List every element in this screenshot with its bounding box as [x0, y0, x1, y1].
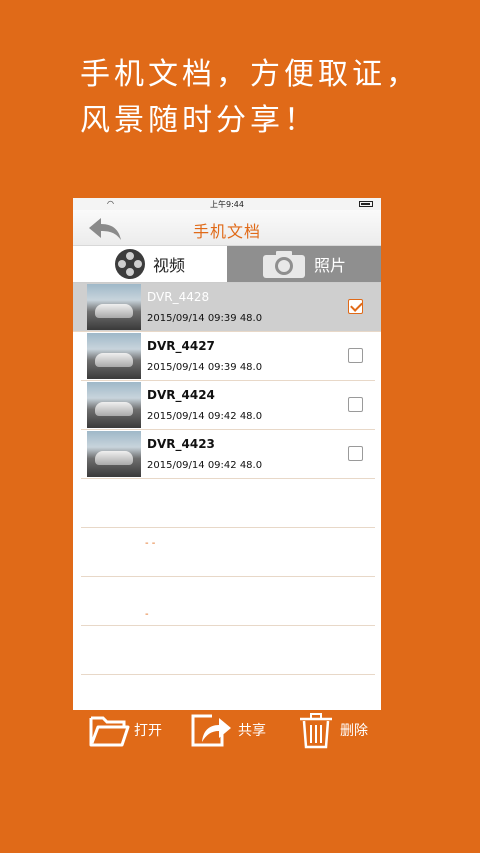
file-list: DVR_4428 2015/09/14 09:39 48.0 DVR_4427 …: [73, 282, 381, 675]
delete-button[interactable]: 删除: [296, 708, 368, 752]
folder-icon: [89, 716, 130, 747]
file-meta: 2015/09/14 09:42 48.0: [147, 460, 263, 471]
file-row[interactable]: DVR_4428 2015/09/14 09:39 48.0: [73, 283, 381, 332]
share-icon: [191, 714, 231, 747]
open-label: 打开: [134, 723, 162, 739]
video-thumbnail: [87, 333, 141, 379]
open-button[interactable]: 打开: [88, 708, 162, 752]
page-title: 手机文档: [192, 222, 261, 241]
video-thumbnail: [87, 382, 141, 428]
battery-icon: [359, 201, 373, 207]
promo-line-1: 手机文档，方便取证，: [80, 57, 420, 92]
tab-photo-label: 照片: [313, 256, 346, 275]
file-name: DVR_4424: [147, 388, 215, 402]
select-checkbox[interactable]: [348, 397, 363, 412]
share-button[interactable]: 共享: [190, 708, 266, 752]
file-meta: 2015/09/14 09:42 48.0: [147, 411, 263, 422]
delete-label: 删除: [340, 723, 368, 739]
file-row[interactable]: DVR_4427 2015/09/14 09:39 48.0: [81, 332, 375, 381]
status-bar: ◠ 上午9:44: [73, 198, 381, 210]
empty-row: -: [81, 577, 375, 626]
select-checkbox[interactable]: [348, 299, 363, 314]
phone-screen: ◠ 上午9:44 手机文档 视频 照片 DVR_4428 2015/09/14 …: [73, 198, 381, 710]
file-meta: 2015/09/14 09:39 48.0: [147, 362, 263, 373]
promo-headline: 手机文档，方便取证， 风景随时分享！: [80, 52, 420, 144]
tab-photo[interactable]: 照片: [227, 246, 381, 282]
empty-row: - -: [81, 528, 375, 577]
file-row[interactable]: DVR_4424 2015/09/14 09:42 48.0: [81, 381, 375, 430]
tab-video[interactable]: 视频: [73, 246, 227, 282]
share-label: 共享: [238, 723, 266, 739]
select-checkbox[interactable]: [348, 348, 363, 363]
tab-video-label: 视频: [152, 256, 185, 275]
empty-row: [81, 626, 375, 675]
video-thumbnail: [87, 431, 141, 477]
promo-line-2: 风景随时分享！: [80, 103, 318, 138]
trash-icon: [300, 713, 332, 749]
camera-icon: [262, 251, 305, 278]
empty-row: [81, 479, 375, 528]
status-time: 上午9:44: [210, 200, 244, 209]
select-checkbox[interactable]: [348, 446, 363, 461]
file-name: DVR_4423: [147, 437, 215, 451]
media-tabs: 视频 照片: [73, 246, 381, 282]
navigation-bar: 手机文档: [73, 210, 381, 246]
file-name: DVR_4428: [147, 290, 210, 304]
file-name: DVR_4427: [147, 339, 215, 353]
bottom-toolbar: 打开 共享 删除: [86, 708, 386, 752]
film-reel-icon: [114, 249, 145, 279]
file-meta: 2015/09/14 09:39 48.0: [147, 313, 263, 324]
video-thumbnail: [87, 284, 141, 330]
file-row[interactable]: DVR_4423 2015/09/14 09:42 48.0: [81, 430, 375, 479]
